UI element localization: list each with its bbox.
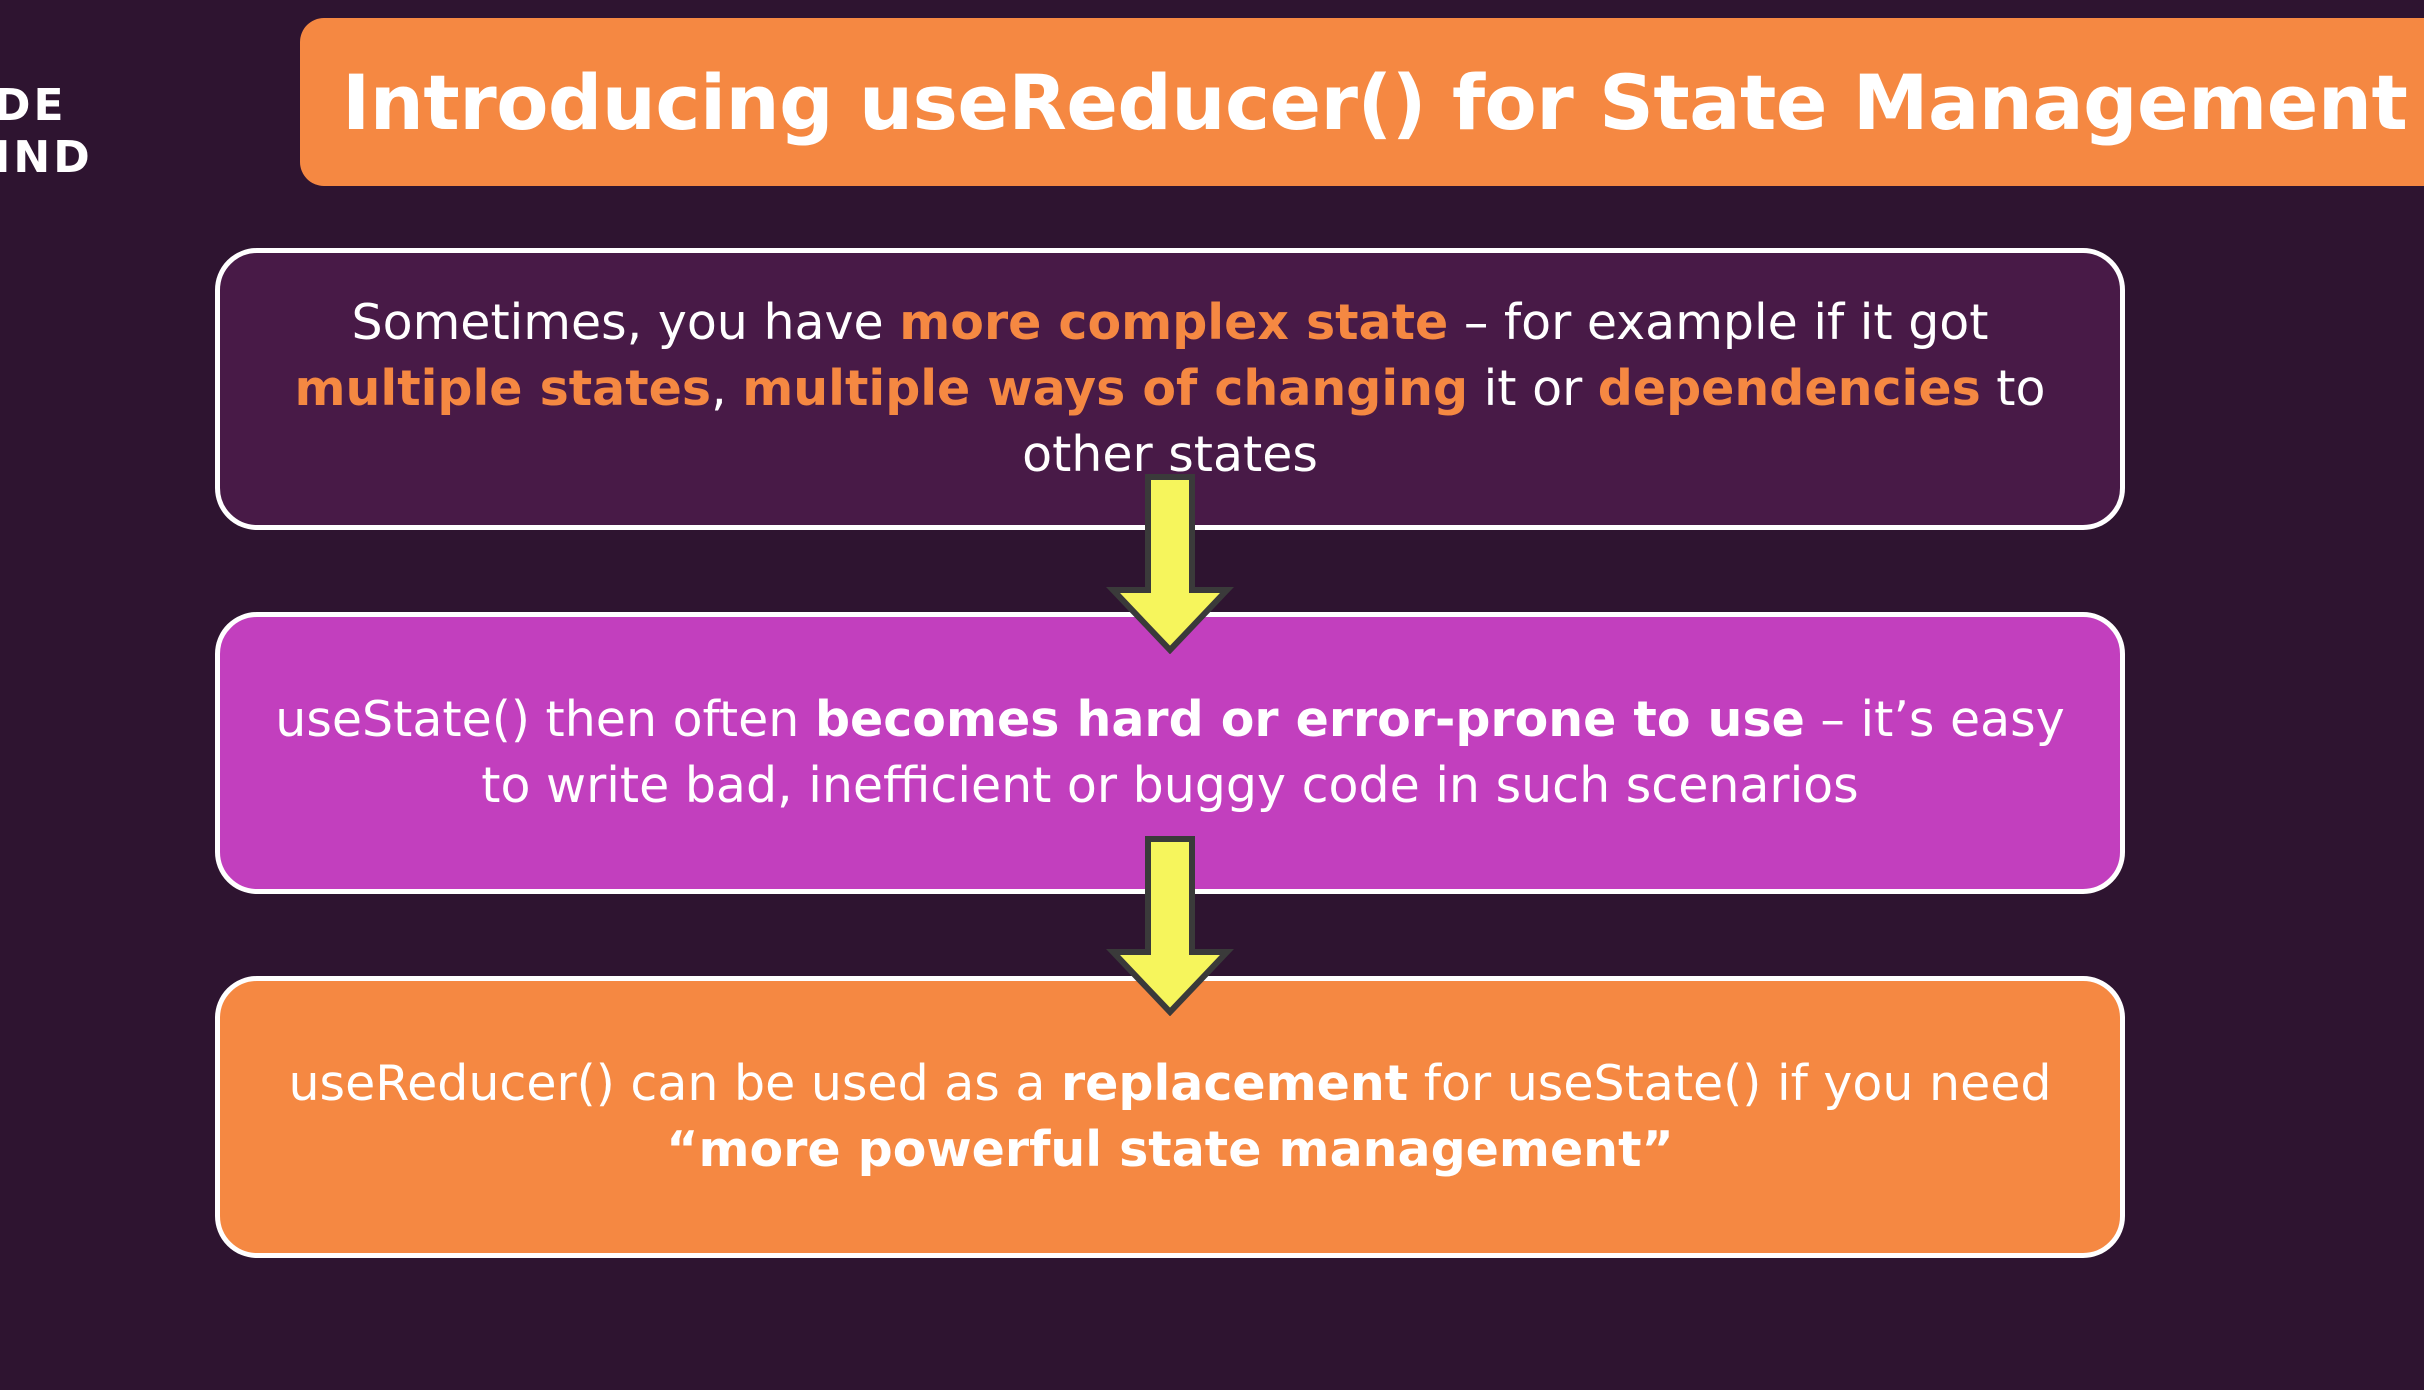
usereducer-solution-box: useReducer() can be used as a replacemen… [215,976,2125,1258]
box2-text-1: useState() then often [275,691,815,748]
arrow-down-icon [1106,474,1234,654]
box3-bold-replacement: replacement [1061,1055,1409,1112]
complex-state-text: Sometimes, you have more complex state –… [260,290,2080,488]
brand-logo: DE IND [0,80,93,184]
box1-text-2: – for example if it got [1448,294,1989,351]
logo-line-1: DE [0,80,67,131]
arrow-down-icon [1106,836,1234,1016]
box3-text-2: for useState() if you need [1408,1055,2052,1112]
box1-highlight-dependencies: dependencies [1597,360,1981,417]
box1-text-1: Sometimes, you have [351,294,900,351]
logo-line-2: IND [0,132,93,183]
title-banner: Introducing useReducer() for State Manag… [300,18,2424,186]
box1-highlight-complex-state: more complex state [899,294,1449,351]
box1-highlight-multiple-states: multiple states [294,360,712,417]
usereducer-solution-text: useReducer() can be used as a replacemen… [289,1051,2052,1183]
box3-text-1: useReducer() can be used as a [288,1055,1061,1112]
box1-text-4: it or [1468,360,1598,417]
box1-text-3: , [711,360,743,417]
box2-bold-hard-to-use: becomes hard or error-prone to use [814,691,1805,748]
box3-bold-quote: “more powerful state management” [666,1121,1674,1178]
slide-title: Introducing useReducer() for State Manag… [342,57,2408,147]
box1-highlight-multiple-ways: multiple ways of changing [742,360,1469,417]
usestate-problem-text: useState() then often becomes hard or er… [260,687,2080,819]
